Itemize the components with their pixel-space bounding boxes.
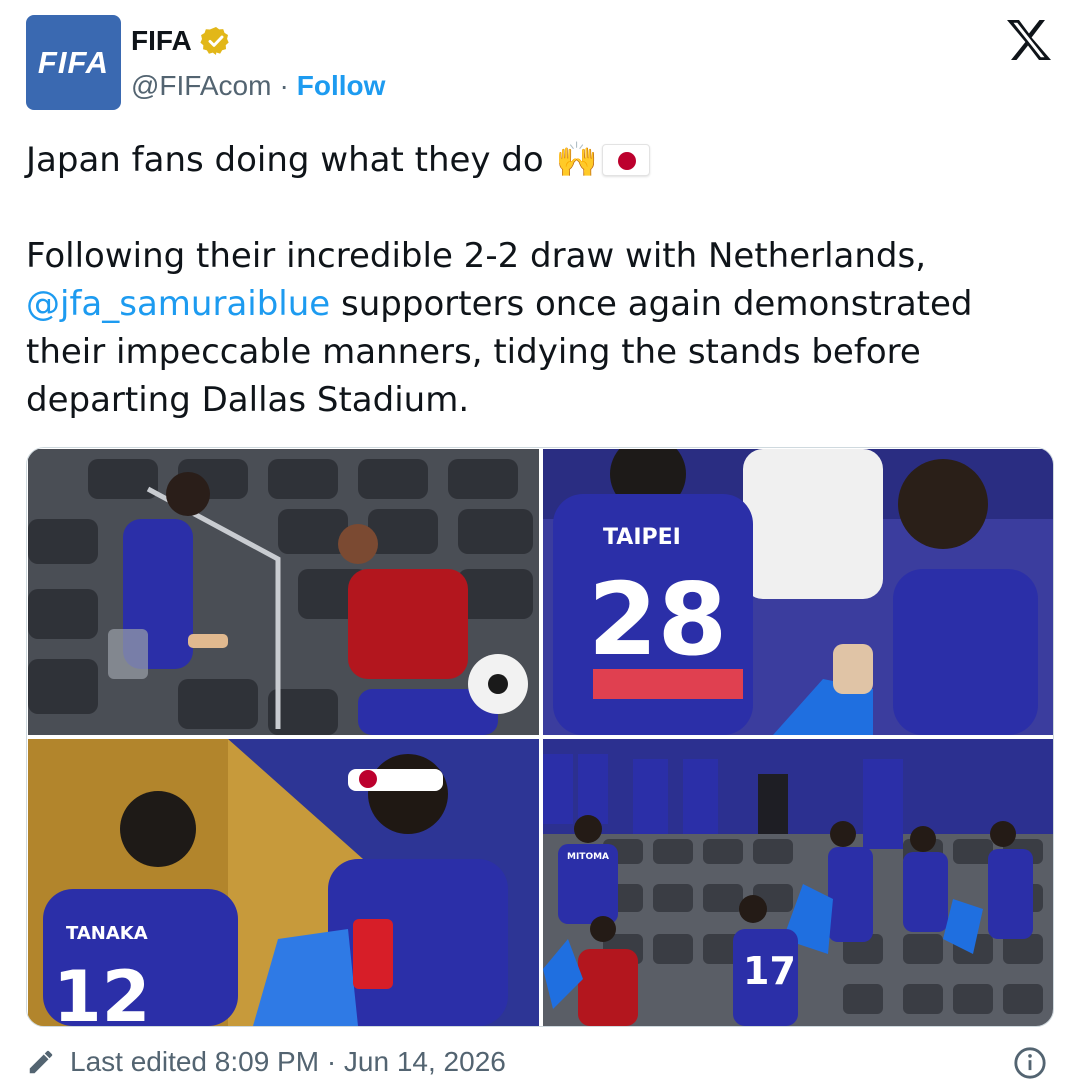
- avatar[interactable]: FIFA: [26, 15, 121, 110]
- verified-badge-icon: [200, 27, 229, 55]
- media-grid: TAIPEI 28 TANAKA 12 MITOMA 17: [26, 447, 1054, 1027]
- avatar-text: FIFA: [37, 44, 110, 80]
- separator-dot: ·: [279, 70, 289, 101]
- jersey-name-mitoma: MITOMA: [567, 852, 609, 862]
- display-name[interactable]: FIFA: [131, 25, 192, 57]
- tweet-paragraph: Following their incredible 2-2 draw with…: [26, 232, 1056, 424]
- x-logo-icon[interactable]: [1007, 20, 1051, 60]
- handle-row: @FIFAcom · Follow: [131, 70, 385, 102]
- jersey-number-17: 17: [743, 949, 796, 993]
- last-edited-text[interactable]: Last edited 8:09 PM · Jun 14, 2026: [70, 1046, 506, 1078]
- handle[interactable]: @FIFAcom: [131, 70, 271, 102]
- pencil-icon: [29, 1050, 53, 1074]
- footer: Last edited 8:09 PM · Jun 14, 2026: [26, 1046, 506, 1078]
- photo-fans-many-seats[interactable]: MITOMA 17: [543, 739, 1053, 1026]
- jersey-number-12: 12: [53, 956, 150, 1026]
- mention-link[interactable]: @jfa_samuraiblue: [26, 284, 330, 324]
- japan-flag-icon: [602, 144, 651, 176]
- photo-fans-cleaning-stands[interactable]: [28, 449, 539, 735]
- photo-3-illustration: TANAKA 12: [28, 739, 539, 1026]
- tweet-line1: Japan fans doing what they do: [26, 140, 544, 180]
- name-row: FIFA: [131, 25, 232, 57]
- info-icon[interactable]: [1013, 1046, 1047, 1080]
- tweet-para-prefix: Following their incredible 2-2 draw with…: [26, 236, 927, 276]
- tweet-text: Japan fans doing what they do 🙌 Followin…: [26, 136, 1056, 424]
- photo-fan-tanaka-12[interactable]: TANAKA 12: [28, 739, 539, 1026]
- photo-1-illustration: [28, 449, 539, 735]
- jersey-number-28: 28: [588, 561, 727, 678]
- jersey-name-tanaka: TANAKA: [66, 923, 148, 944]
- follow-button[interactable]: Follow: [297, 70, 386, 102]
- tweet-first-line: Japan fans doing what they do 🙌: [26, 136, 1056, 184]
- photo-fan-taipei-28[interactable]: TAIPEI 28: [543, 449, 1053, 735]
- jersey-name-taipei: TAIPEI: [603, 525, 681, 550]
- raised-hands-emoji: 🙌: [555, 140, 599, 180]
- photo-4-illustration: MITOMA 17: [543, 739, 1053, 1026]
- photo-2-illustration: TAIPEI 28: [543, 449, 1053, 735]
